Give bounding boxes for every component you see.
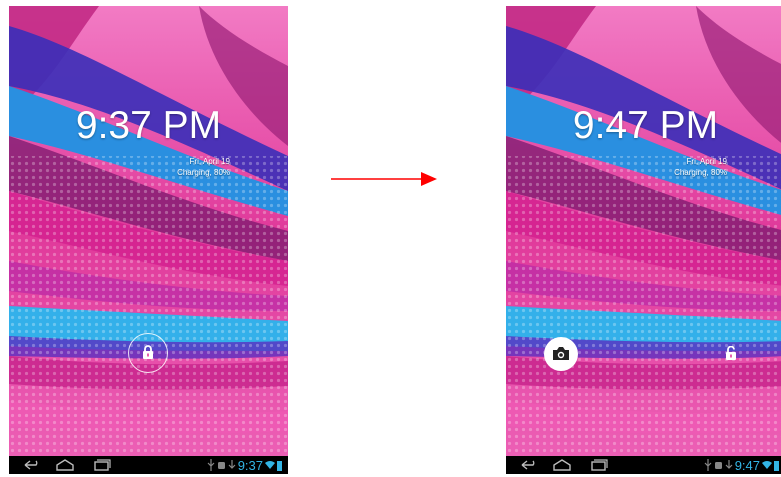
lockscreen-after: 9:47 PM Fri, April 19 Charging, 80% 9:47	[506, 6, 781, 474]
right-arrow-icon	[331, 172, 437, 186]
download-icon	[725, 460, 733, 469]
download-icon	[228, 460, 236, 469]
wallpaper	[506, 6, 781, 456]
charging-status: Charging, 80%	[177, 168, 230, 177]
battery-icon	[277, 460, 282, 471]
recent-apps-icon[interactable]	[590, 459, 608, 471]
usb-icon	[207, 459, 215, 471]
navigation-bar: 9:47	[506, 456, 781, 474]
android-icon	[714, 462, 722, 469]
status-time: 9:37	[237, 457, 263, 473]
charging-status: Charging, 80%	[674, 168, 727, 177]
lockscreen-before: 9:37 PM Fri, April 19 Charging, 80% 9:37	[9, 6, 288, 474]
recent-apps-icon[interactable]	[93, 459, 111, 471]
wallpaper	[9, 6, 288, 456]
status-time: 9:47	[734, 457, 760, 473]
unlock-icon[interactable]	[725, 346, 737, 361]
lockscreen-clock: 9:47 PM	[572, 104, 719, 147]
lockscreen-clock: 9:37 PM	[75, 104, 222, 147]
lock-icon	[143, 345, 153, 359]
unlock-handle[interactable]	[128, 333, 168, 373]
camera-shortcut[interactable]	[544, 337, 578, 371]
back-icon[interactable]	[520, 459, 538, 471]
android-icon	[217, 462, 225, 469]
wifi-icon	[762, 461, 772, 469]
home-icon[interactable]	[55, 459, 75, 471]
navigation-bar: 9:37	[9, 456, 288, 474]
lockscreen-date: Fri, April 19	[686, 157, 727, 166]
home-icon[interactable]	[552, 459, 572, 471]
usb-icon	[704, 459, 712, 471]
back-icon[interactable]	[23, 459, 41, 471]
battery-icon	[774, 460, 779, 471]
status-area: 9:47	[704, 457, 779, 473]
lockscreen-date: Fri, April 19	[189, 157, 230, 166]
camera-icon	[553, 347, 569, 360]
status-area: 9:37	[207, 457, 282, 473]
wifi-icon	[265, 461, 275, 469]
